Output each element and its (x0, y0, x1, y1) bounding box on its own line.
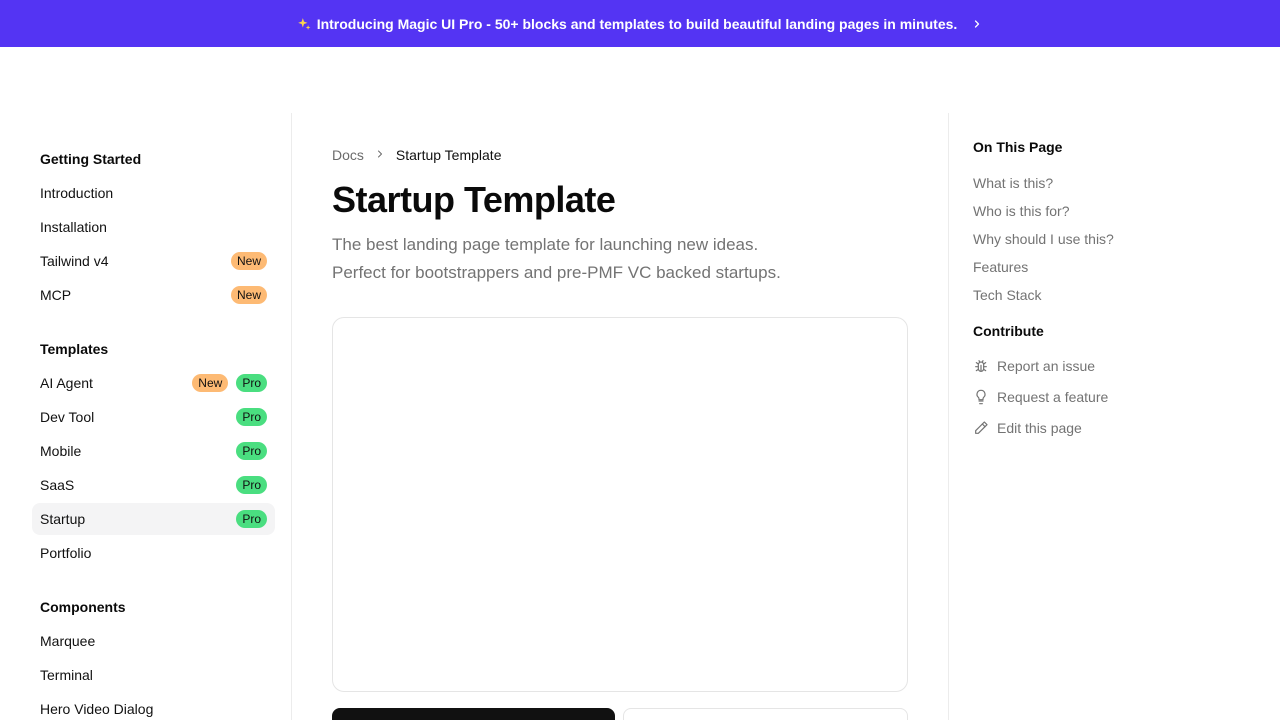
request-feature-link[interactable]: Request a feature (973, 389, 1108, 405)
page-description: The best landing page template for launc… (332, 231, 892, 287)
sidebar-item-terminal[interactable]: Terminal (32, 659, 275, 691)
pro-badge: Pro (236, 510, 267, 528)
primary-action-button[interactable] (332, 708, 615, 720)
sidebar-item-mcp[interactable]: MCP New (32, 279, 275, 311)
breadcrumb: Docs Startup Template (332, 147, 502, 163)
pencil-icon (973, 420, 989, 436)
sidebar-item-label: AI Agent (40, 375, 93, 391)
contribute-heading: Contribute (973, 323, 1044, 339)
sidebar-section-components: Components (40, 599, 126, 615)
pro-badge: Pro (236, 374, 267, 392)
report-issue-label: Report an issue (997, 358, 1096, 374)
chevron-right-icon (374, 148, 386, 163)
sidebar-item-dev-tool[interactable]: Dev Tool Pro (32, 401, 275, 433)
sidebar-item-saas[interactable]: SaaS Pro (32, 469, 275, 501)
right-rail-divider (948, 113, 949, 720)
toc-link-what-is-this[interactable]: What is this? (973, 175, 1053, 191)
pro-badge: Pro (236, 442, 267, 460)
edit-page-link[interactable]: Edit this page (973, 420, 1082, 436)
sidebar-item-label: Dev Tool (40, 409, 95, 425)
sidebar-item-portfolio[interactable]: Portfolio (32, 537, 275, 569)
sidebar-item-label: Portfolio (40, 545, 92, 561)
new-badge: New (230, 252, 267, 270)
sparkles-icon (297, 17, 311, 31)
docs-sidebar: Getting Started Introduction Installatio… (32, 113, 292, 720)
sidebar-item-introduction[interactable]: Introduction (32, 177, 275, 209)
chevron-right-icon (971, 18, 983, 30)
breadcrumb-docs-link[interactable]: Docs (332, 147, 364, 163)
page-description-line: Perfect for bootstrappers and pre-PMF VC… (332, 263, 781, 282)
sidebar-item-startup[interactable]: Startup Pro (32, 503, 275, 535)
sidebar-section-templates: Templates (40, 341, 109, 357)
sidebar-item-label: Introduction (40, 185, 114, 201)
sidebar-item-label: Hero Video Dialog (40, 701, 154, 717)
bug-icon (973, 358, 989, 374)
sidebar-item-label: Tailwind v4 (40, 253, 109, 269)
report-issue-link[interactable]: Report an issue (973, 358, 1095, 374)
edit-page-label: Edit this page (997, 420, 1082, 436)
sidebar-item-label: Installation (40, 219, 107, 235)
sidebar-item-label: MCP (40, 287, 72, 303)
announcement-banner[interactable]: Introducing Magic UI Pro - 50+ blocks an… (0, 0, 1280, 47)
sidebar-item-installation[interactable]: Installation (32, 211, 275, 243)
new-badge: New (192, 374, 229, 392)
sidebar-item-tailwind-v4[interactable]: Tailwind v4 New (32, 245, 275, 277)
toc-link-tech-stack[interactable]: Tech Stack (973, 287, 1041, 303)
banner-text[interactable]: Introducing Magic UI Pro - 50+ blocks an… (317, 16, 958, 32)
sidebar-item-label: Marquee (40, 633, 96, 649)
sidebar-item-hero-video-dialog[interactable]: Hero Video Dialog (32, 693, 275, 720)
sidebar-item-label: Startup (40, 511, 86, 527)
sidebar-item-ai-agent[interactable]: AI Agent New Pro (32, 367, 275, 399)
page-title: Startup Template (332, 179, 616, 220)
sidebar-section-getting-started: Getting Started (40, 151, 142, 167)
breadcrumb-current: Startup Template (395, 147, 502, 163)
page-description-line: The best landing page template for launc… (332, 235, 759, 254)
sidebar-item-mobile[interactable]: Mobile Pro (32, 435, 275, 467)
request-feature-label: Request a feature (997, 389, 1109, 405)
toc-link-why-use-this[interactable]: Why should I use this? (973, 231, 1114, 247)
pro-badge: Pro (236, 408, 267, 426)
sidebar-item-label: SaaS (40, 477, 75, 493)
secondary-action-button[interactable] (623, 708, 908, 720)
toc-heading: On This Page (973, 139, 1063, 155)
lightbulb-icon (973, 389, 989, 405)
toc-link-who-is-this-for[interactable]: Who is this for? (973, 203, 1069, 219)
new-badge: New (230, 286, 267, 304)
toc-link-features[interactable]: Features (973, 259, 1028, 275)
sidebar-item-label: Mobile (40, 443, 82, 459)
sidebar-item-marquee[interactable]: Marquee (32, 625, 275, 657)
template-preview-card (332, 317, 908, 692)
sidebar-item-label: Terminal (40, 667, 93, 683)
pro-badge: Pro (236, 476, 267, 494)
